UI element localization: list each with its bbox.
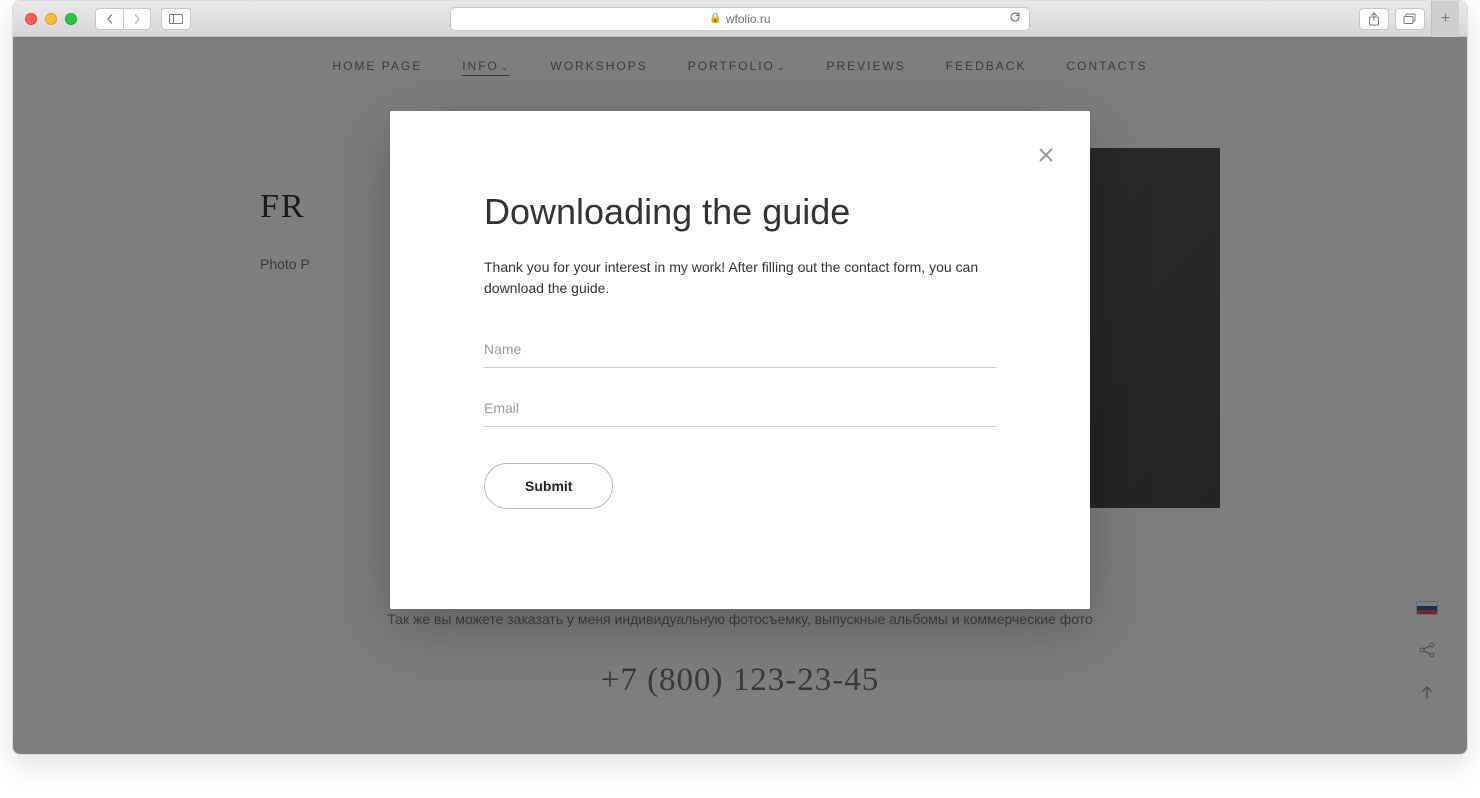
- submit-button[interactable]: Submit: [484, 463, 613, 509]
- tabs-button[interactable]: [1395, 8, 1425, 30]
- back-button[interactable]: [95, 8, 123, 30]
- modal-close-button[interactable]: [1032, 141, 1060, 169]
- new-tab-button[interactable]: +: [1431, 1, 1459, 37]
- reload-icon[interactable]: [1009, 11, 1021, 26]
- nav-buttons: [95, 8, 151, 30]
- traffic-lights: [25, 13, 77, 25]
- url-bar[interactable]: 🔒 wfolio.ru: [450, 7, 1030, 31]
- share-button[interactable]: [1359, 8, 1389, 30]
- url-text: wfolio.ru: [726, 12, 771, 26]
- title-bar-right: +: [1359, 1, 1459, 37]
- minimize-window-icon[interactable]: [45, 13, 57, 25]
- maximize-window-icon[interactable]: [65, 13, 77, 25]
- close-window-icon[interactable]: [25, 13, 37, 25]
- forward-button[interactable]: [123, 8, 151, 30]
- lock-icon: 🔒: [709, 13, 721, 24]
- browser-window: 🔒 wfolio.ru + HOME PAGE INFO⌄ WORKSHOPS …: [12, 0, 1468, 755]
- download-guide-modal: Downloading the guide Thank you for your…: [390, 111, 1090, 609]
- close-icon: [1037, 146, 1055, 164]
- sidebar-toggle-button[interactable]: [161, 8, 191, 30]
- modal-title: Downloading the guide: [484, 191, 996, 233]
- email-input[interactable]: [484, 386, 996, 427]
- modal-description: Thank you for your interest in my work! …: [484, 257, 996, 299]
- title-bar: 🔒 wfolio.ru +: [13, 1, 1467, 37]
- name-input[interactable]: [484, 327, 996, 368]
